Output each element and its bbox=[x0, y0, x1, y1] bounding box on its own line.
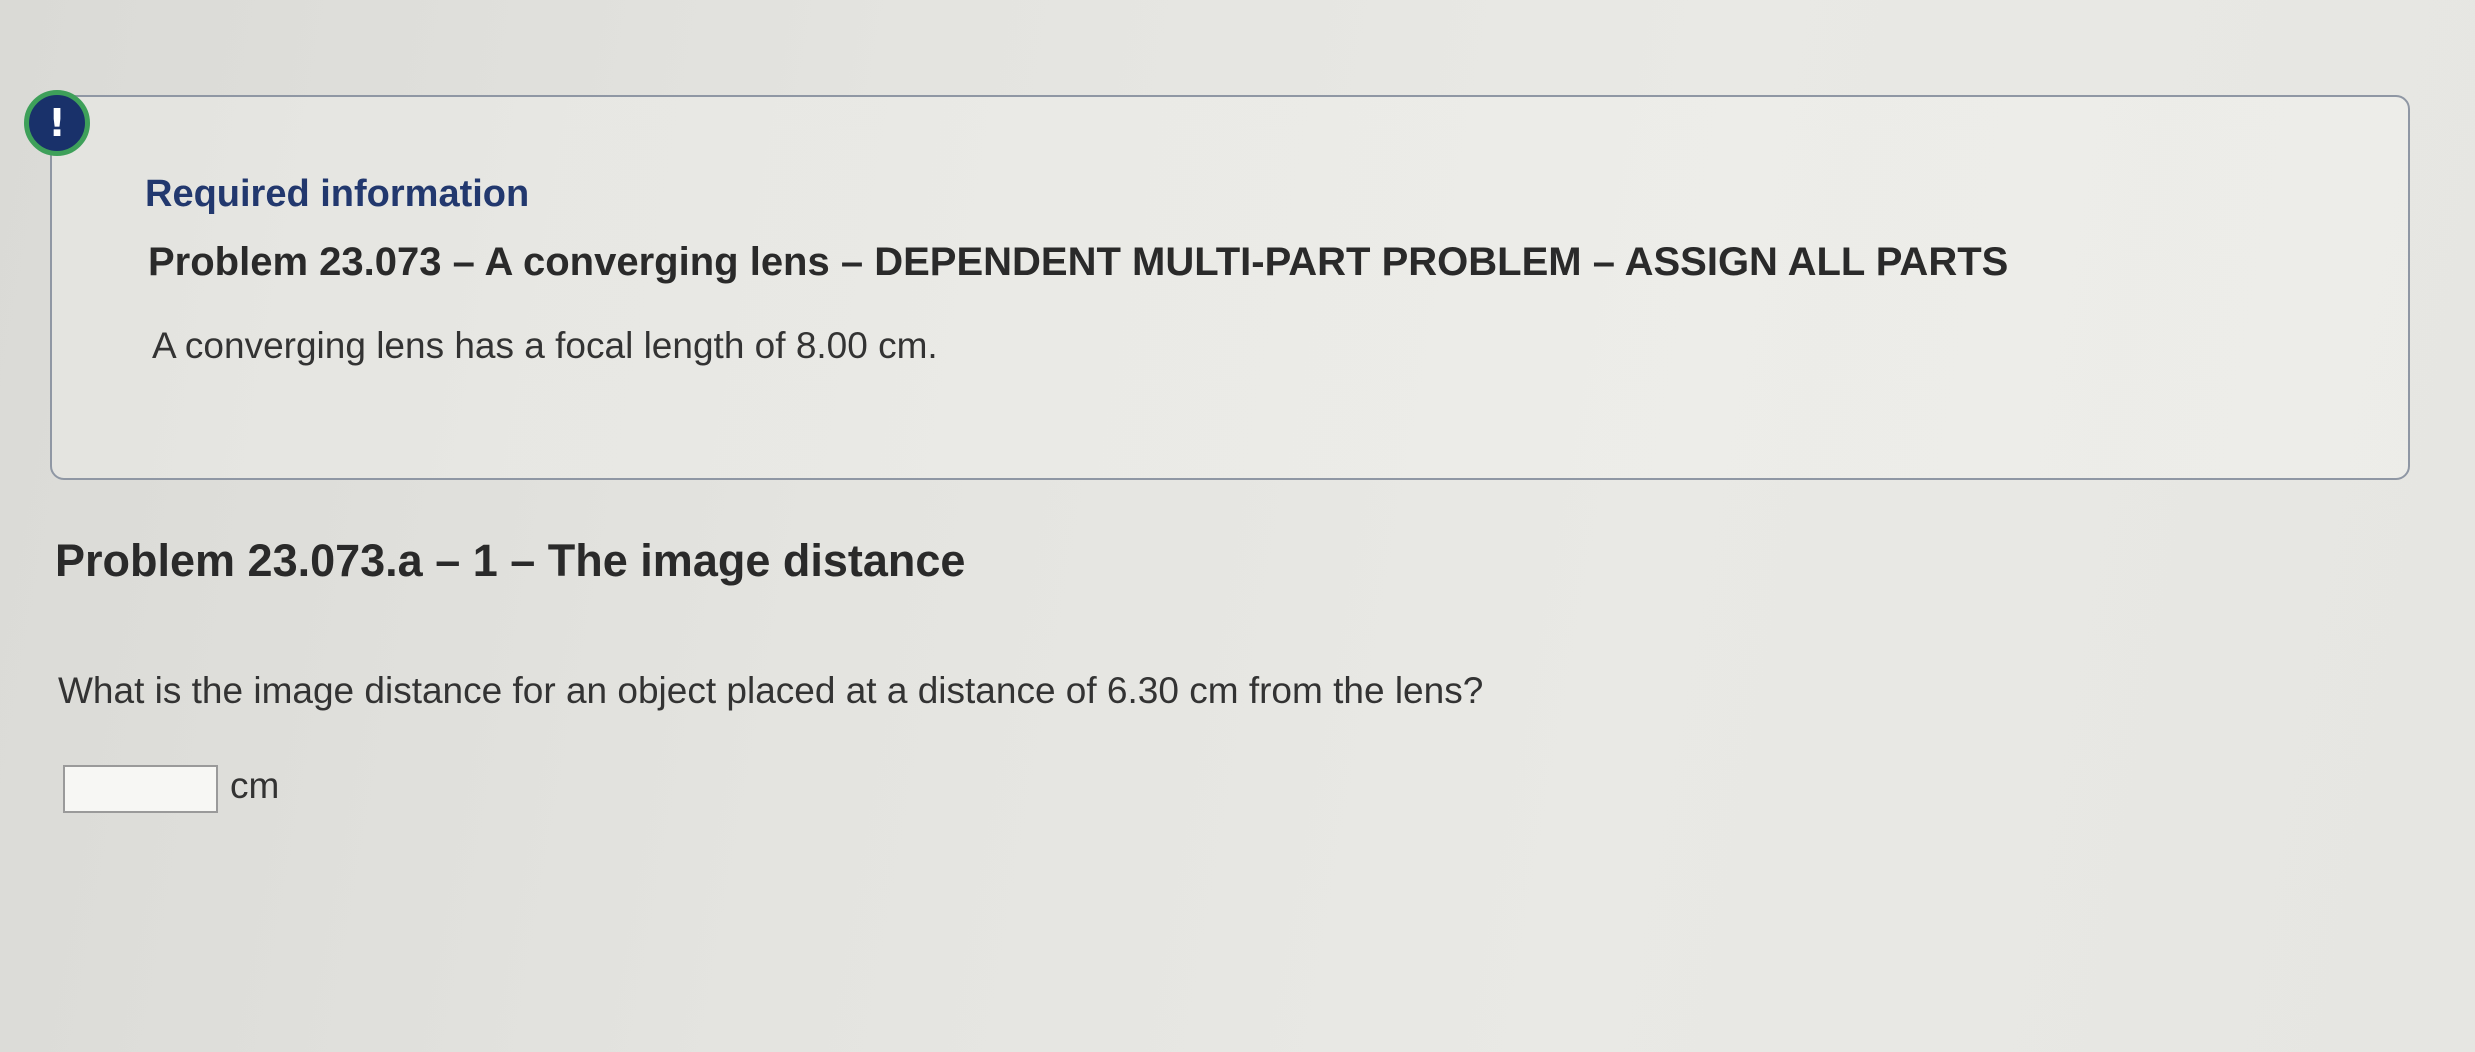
question-text: What is the image distance for an object… bbox=[58, 670, 1484, 711]
required-information-label: Required information bbox=[145, 173, 530, 215]
problem-title: Problem 23.073 – A converging lens – DEP… bbox=[148, 240, 2009, 284]
problem-statement: A converging lens has a focal length of … bbox=[152, 325, 938, 366]
part-title: Problem 23.073.a – 1 – The image distanc… bbox=[55, 535, 966, 586]
answer-input[interactable] bbox=[63, 765, 218, 813]
unit-label: cm bbox=[230, 765, 280, 806]
required-information-panel bbox=[50, 95, 2410, 480]
alert-glyph: ! bbox=[48, 101, 66, 145]
exclamation-icon: ! bbox=[24, 90, 90, 156]
